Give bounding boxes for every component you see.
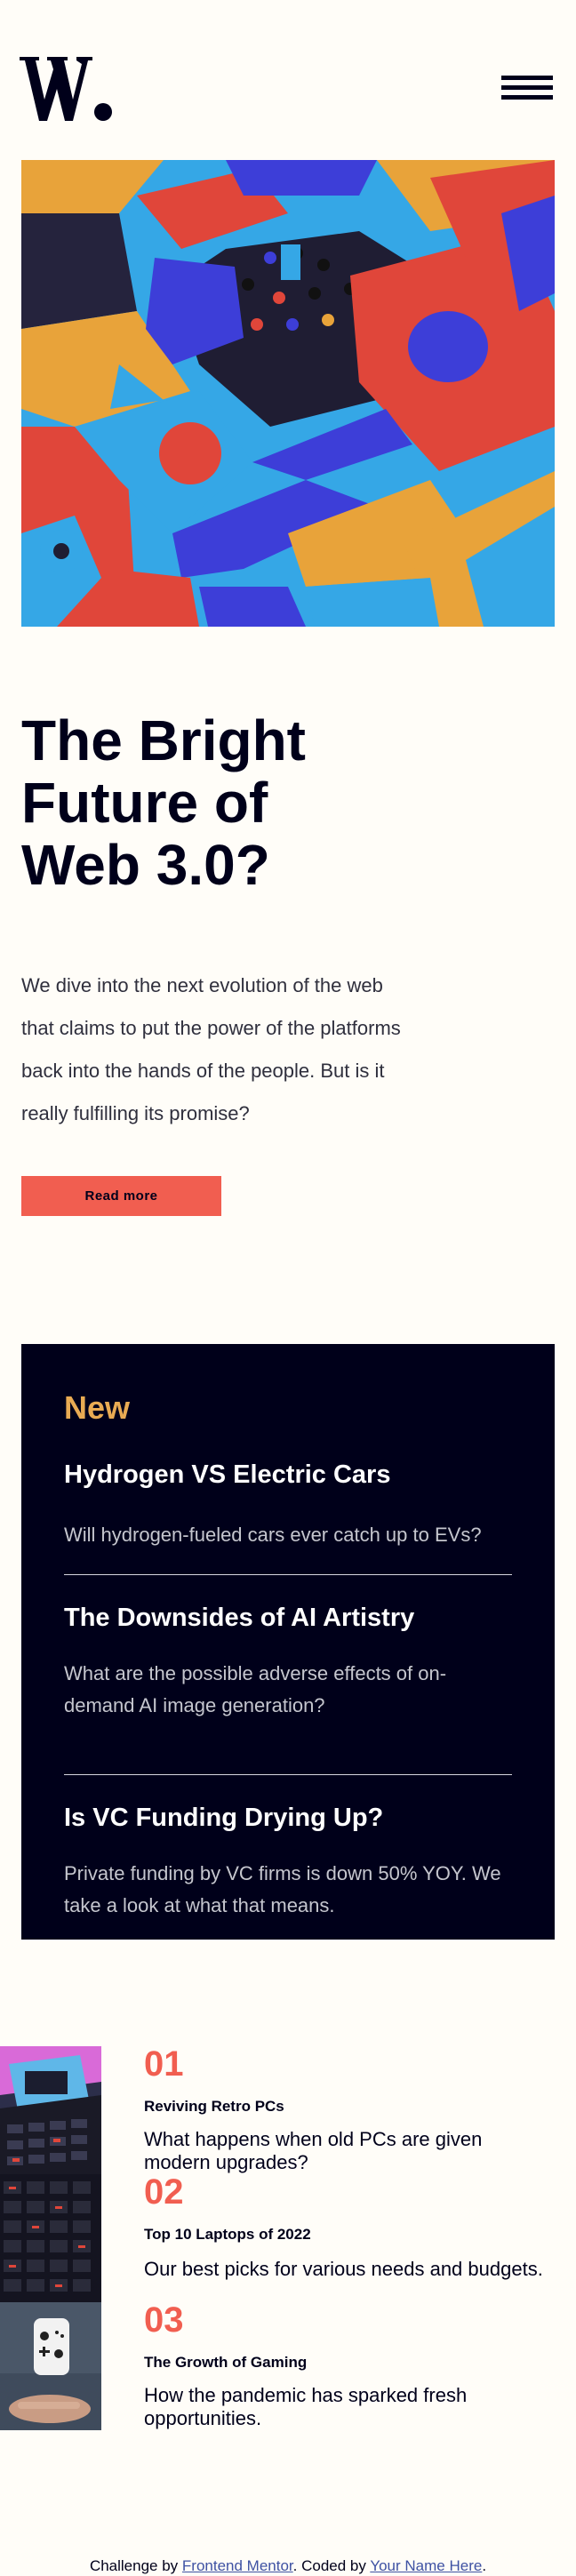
read-more-button[interactable]: Read more bbox=[21, 1176, 221, 1216]
new-articles-panel: New Hydrogen VS Electric Cars Will hydro… bbox=[21, 1344, 555, 1940]
footer-prefix: Challenge by bbox=[89, 2557, 179, 2574]
author-link[interactable]: Your Name Here bbox=[370, 2557, 482, 2574]
new-article-item: Hydrogen VS Electric Cars Will hydrogen-… bbox=[64, 1460, 512, 1575]
list-item-number: 03 bbox=[144, 2300, 184, 2340]
new-article-item: The Downsides of AI Artistry What are th… bbox=[64, 1603, 512, 1775]
new-article-desc: Private funding by VC firms is down 50% … bbox=[64, 1862, 501, 1916]
footer-middle: . Coded by bbox=[292, 2557, 366, 2574]
hero-image bbox=[21, 160, 555, 627]
new-article-title[interactable]: The Downsides of AI Artistry bbox=[64, 1603, 512, 1633]
list-item-title[interactable]: Reviving Retro PCs bbox=[144, 2098, 284, 2116]
new-article-item: Is VC Funding Drying Up? Private funding… bbox=[64, 1803, 512, 1922]
list-item-desc: Our best picks for various needs and bud… bbox=[144, 2258, 543, 2280]
hamburger-menu-icon[interactable] bbox=[498, 69, 556, 105]
new-article-desc: What are the possible adverse effects of… bbox=[64, 1662, 447, 1716]
site-header bbox=[0, 0, 576, 160]
list-item-desc: How the pandemic has sparked fresh oppor… bbox=[144, 2384, 468, 2429]
footer-suffix: . bbox=[482, 2557, 487, 2574]
list-item-number: 01 bbox=[144, 2044, 184, 2084]
list-item-title[interactable]: Top 10 Laptops of 2022 bbox=[144, 2226, 311, 2244]
site-footer: Challenge by Frontend Mentor. Coded by Y… bbox=[0, 2556, 576, 2576]
new-article-desc: Will hydrogen-fueled cars ever catch up … bbox=[64, 1524, 482, 1546]
frontend-mentor-link[interactable]: Frontend Mentor bbox=[182, 2557, 293, 2574]
list-item-number: 02 bbox=[144, 2172, 184, 2212]
list-item-desc: What happens when old PCs are given mode… bbox=[144, 2128, 483, 2173]
logo-mark-icon bbox=[20, 57, 112, 121]
new-section-title: New bbox=[64, 1389, 131, 1426]
intro-paragraph: We dive into the next evolution of the w… bbox=[21, 974, 401, 1124]
page-title: The Bright Future of Web 3.0? bbox=[21, 708, 306, 897]
new-article-title[interactable]: Is VC Funding Drying Up? bbox=[64, 1803, 512, 1833]
site-logo[interactable] bbox=[20, 53, 112, 124]
new-article-title[interactable]: Hydrogen VS Electric Cars bbox=[64, 1460, 512, 1490]
laptops-thumbnail bbox=[0, 2174, 101, 2302]
retro-pcs-thumbnail bbox=[0, 2046, 101, 2174]
list-item-title[interactable]: The Growth of Gaming bbox=[144, 2354, 307, 2372]
gaming-thumbnail bbox=[0, 2302, 101, 2430]
